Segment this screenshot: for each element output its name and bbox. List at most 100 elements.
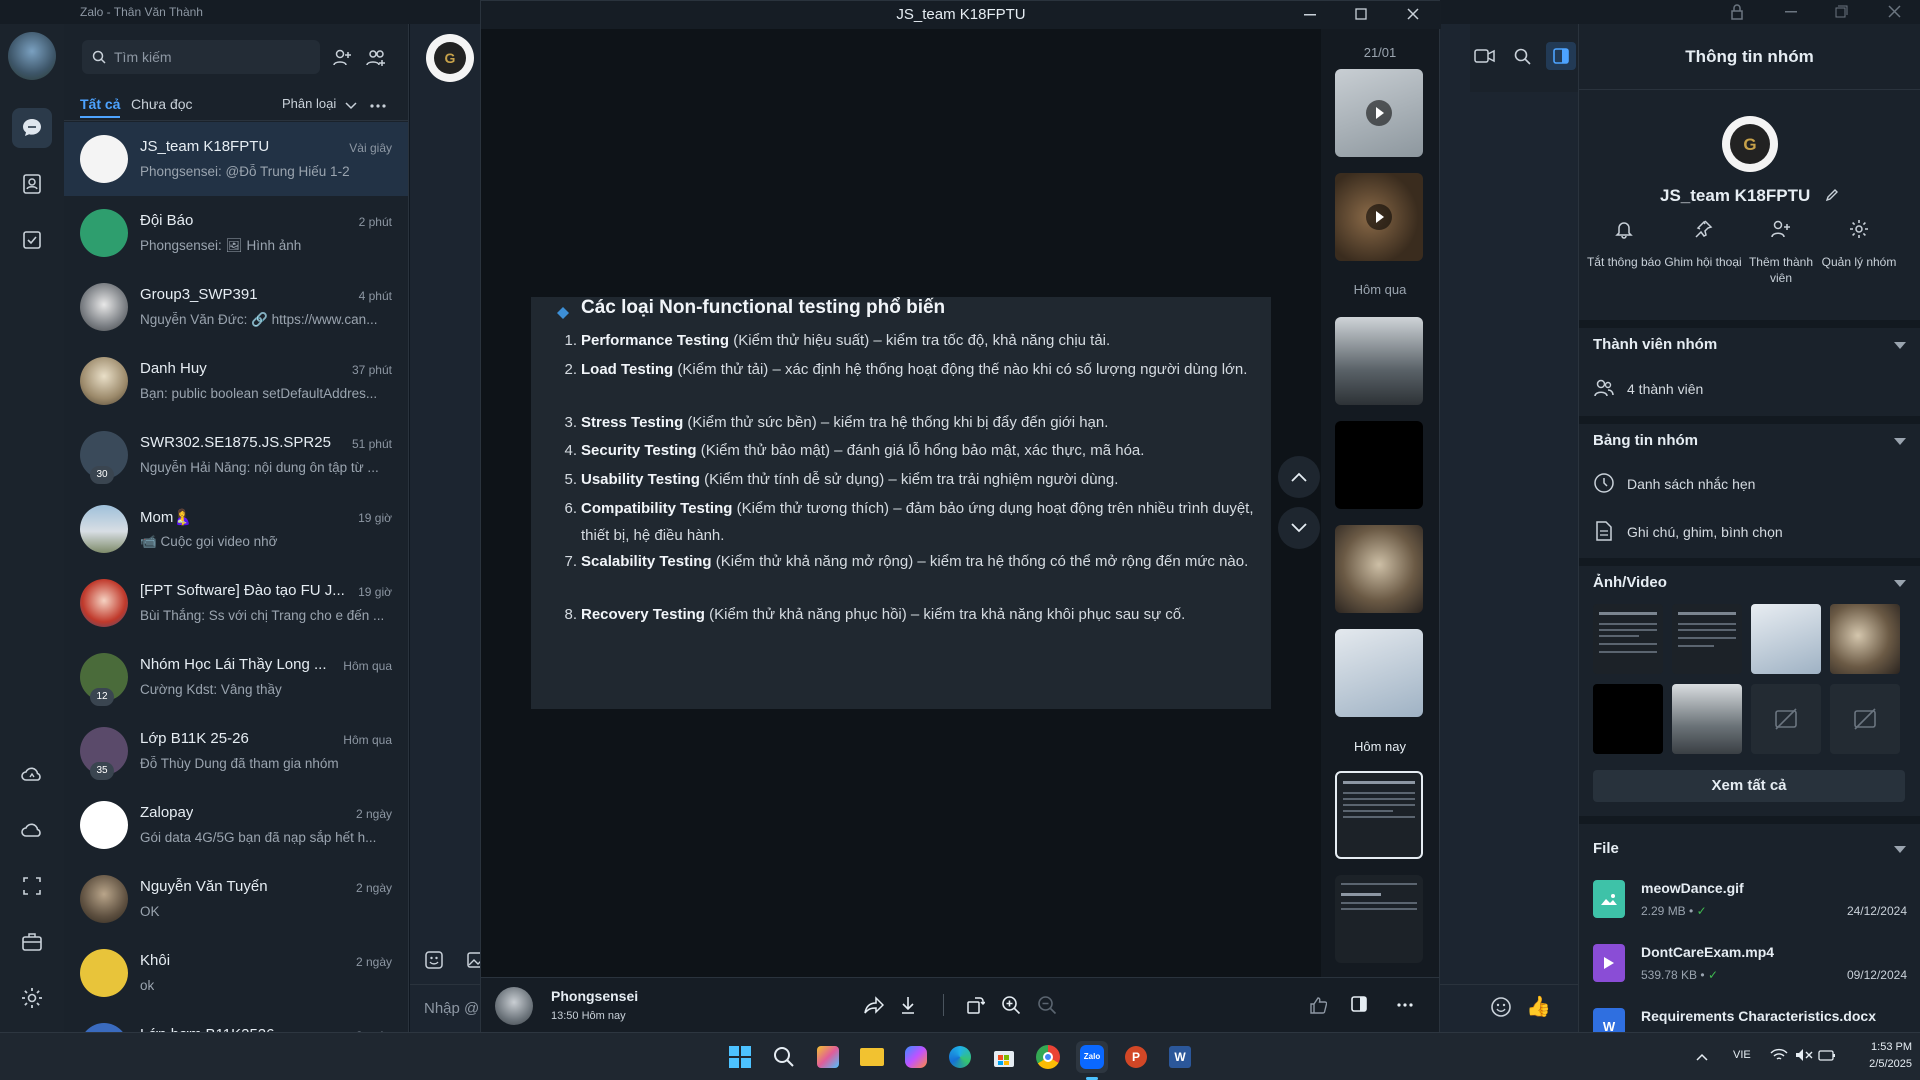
edit-icon[interactable] <box>1825 188 1839 202</box>
chat-header-avatar[interactable]: G <box>426 34 474 82</box>
media-thumb-doc[interactable] <box>1672 604 1742 674</box>
search-box[interactable]: Tìm kiếm <box>82 40 320 74</box>
zoom-out-icon[interactable] <box>1037 995 1057 1015</box>
members-count[interactable]: 4 thành viên <box>1627 381 1703 397</box>
video-thumbnail[interactable] <box>1335 173 1423 261</box>
input-language[interactable]: VIE <box>1733 1049 1751 1061</box>
board-section-title[interactable]: Bảng tin nhóm <box>1593 432 1698 449</box>
classify-dropdown[interactable]: Phân loại <box>282 96 336 111</box>
zoom-in-icon[interactable] <box>1001 995 1021 1015</box>
tab-all[interactable]: Tất cả <box>80 96 120 112</box>
tab-unread[interactable]: Chưa đọc <box>131 96 193 112</box>
clock-time[interactable]: 1:53 PM <box>1852 1041 1912 1053</box>
media-thumb-unavailable[interactable] <box>1751 684 1821 754</box>
more-icon[interactable] <box>1397 1003 1413 1007</box>
conversation-item[interactable]: SWR302.SE1875.JS.SPR25 51 phút Nguyễn Hải … <box>64 418 408 492</box>
caret-down-icon[interactable] <box>1894 342 1906 349</box>
file-item[interactable]: meowDance.gif 2.29 MB • ✓ 24/12/2024 <box>1593 874 1907 934</box>
chat-search-icon[interactable] <box>1514 48 1531 65</box>
zalo-app[interactable]: Zalo <box>1076 1041 1108 1073</box>
image-thumbnail[interactable] <box>1335 629 1423 717</box>
conversation-item[interactable]: Lớp B11K 25-26 Hôm qua Đỗ Thùy Dung đã tha… <box>64 714 408 788</box>
image-thumbnail[interactable] <box>1335 875 1423 963</box>
store-app[interactable] <box>988 1041 1020 1073</box>
add-friend-icon[interactable] <box>332 48 352 66</box>
conversation-item[interactable]: Khôi 2 ngày ok <box>64 936 408 1010</box>
file-item[interactable]: W Requirements Characteristics.docx <box>1593 1002 1907 1032</box>
minimize-icon[interactable] <box>1304 14 1316 16</box>
media-thumb-room[interactable] <box>1672 684 1742 754</box>
lock-icon[interactable] <box>1730 4 1744 20</box>
sender-avatar[interactable] <box>495 987 533 1025</box>
current-thumbnail[interactable] <box>1335 771 1423 859</box>
add-member-button[interactable]: Thêm thành viên <box>1742 214 1820 286</box>
contacts-nav-button[interactable] <box>12 164 52 204</box>
widgets-app[interactable] <box>812 1041 844 1073</box>
conversation-item[interactable]: Nguyễn Văn Tuyển 2 ngày OK <box>64 862 408 936</box>
media-section-title[interactable]: Ảnh/Video <box>1593 574 1667 591</box>
thumbs-up-icon[interactable]: 👍 <box>1526 994 1551 1019</box>
caret-down-icon[interactable] <box>1894 438 1906 445</box>
video-call-icon[interactable] <box>1474 48 1496 64</box>
manage-group-button[interactable]: Quản lý nhóm <box>1820 214 1898 270</box>
conversation-item[interactable]: Group3_SWP391 4 phút Nguyễn Văn Đức: 🔗 htt… <box>64 270 408 344</box>
video-thumbnail[interactable] <box>1335 69 1423 157</box>
media-thumb-unavailable[interactable] <box>1830 684 1900 754</box>
pin-button[interactable]: Ghim hội thoại <box>1664 214 1742 270</box>
emoji-icon[interactable] <box>1490 996 1512 1018</box>
group-avatar[interactable]: G <box>1722 116 1778 172</box>
image-thumbnail[interactable] <box>1335 525 1423 613</box>
caret-down-icon[interactable] <box>1894 580 1906 587</box>
caret-down-icon[interactable] <box>1894 846 1906 853</box>
close-icon[interactable] <box>1407 8 1419 20</box>
start-button[interactable] <box>724 1041 756 1073</box>
conversation-item[interactable]: [FPT Software] Đào tạo FU J... 19 giờ Bùi … <box>64 566 408 640</box>
notes-link[interactable]: Ghi chú, ghim, bình chọn <box>1627 524 1783 540</box>
file-item[interactable]: DontCareExam.mp4 539.78 KB • ✓ 09/12/202… <box>1593 938 1907 998</box>
minimize-icon[interactable] <box>1785 11 1797 13</box>
chevron-up-icon[interactable] <box>1696 1053 1708 1061</box>
settings-nav-button[interactable] <box>12 978 52 1018</box>
screenshot-nav-button[interactable] <box>12 866 52 906</box>
cloud-nav-button[interactable] <box>12 810 52 850</box>
chrome-app[interactable] <box>1032 1041 1064 1073</box>
powerpoint-app[interactable]: P <box>1120 1041 1152 1073</box>
rotate-icon[interactable] <box>965 995 985 1015</box>
cloud-sync-button[interactable] <box>12 754 52 794</box>
view-all-media-button[interactable]: Xem tất cả <box>1593 770 1905 802</box>
next-image-button[interactable] <box>1278 507 1320 549</box>
copilot-app[interactable] <box>900 1041 932 1073</box>
messages-nav-button[interactable] <box>12 108 52 148</box>
more-icon[interactable] <box>370 104 386 108</box>
conversation-item[interactable]: Đội Báo 2 phút Phongsensei: 🖼 Hình ảnh <box>64 196 408 270</box>
battery-icon[interactable] <box>1818 1048 1836 1062</box>
reaction-icon[interactable] <box>1309 996 1327 1014</box>
mute-button[interactable]: Tắt thông báo <box>1585 214 1663 270</box>
chevron-down-icon[interactable] <box>345 102 357 110</box>
media-thumb-chat[interactable] <box>1751 604 1821 674</box>
media-thumb-doc[interactable] <box>1593 604 1663 674</box>
members-section-title[interactable]: Thành viên nhóm <box>1593 336 1717 353</box>
word-app[interactable]: W <box>1164 1041 1196 1073</box>
image-thumbnail[interactable] <box>1335 317 1423 405</box>
volume-muted-icon[interactable] <box>1795 1048 1813 1062</box>
file-explorer-app[interactable] <box>856 1041 888 1073</box>
restore-icon[interactable] <box>1835 5 1848 18</box>
previous-image-button[interactable] <box>1278 456 1320 498</box>
user-avatar[interactable] <box>8 32 56 80</box>
sticker-icon[interactable] <box>424 950 444 970</box>
conversation-item[interactable]: Nhóm Học Lái Thầy Long ... Hôm qua Cường K… <box>64 640 408 714</box>
conversation-item[interactable]: Mom🤱 19 giờ 📹 Cuộc gọi video nhỡ <box>64 492 408 566</box>
wifi-icon[interactable] <box>1770 1048 1788 1062</box>
download-icon[interactable] <box>900 995 916 1015</box>
conversation-item[interactable]: Danh Huy 37 phút Bạn: public boolean setDe… <box>64 344 408 418</box>
message-input[interactable]: Nhập @, <box>424 1000 483 1017</box>
close-icon[interactable] <box>1888 5 1901 18</box>
maximize-icon[interactable] <box>1355 8 1367 20</box>
image-thumbnail[interactable] <box>1335 421 1423 509</box>
media-thumb-dark[interactable] <box>1593 684 1663 754</box>
side-panel-icon[interactable] <box>1351 996 1367 1012</box>
media-thumb-photo[interactable] <box>1830 604 1900 674</box>
conversation-item[interactable]: Zalopay 2 ngày Gói data 4G/5G bạn đã nạp s… <box>64 788 408 862</box>
share-icon[interactable] <box>864 996 884 1014</box>
